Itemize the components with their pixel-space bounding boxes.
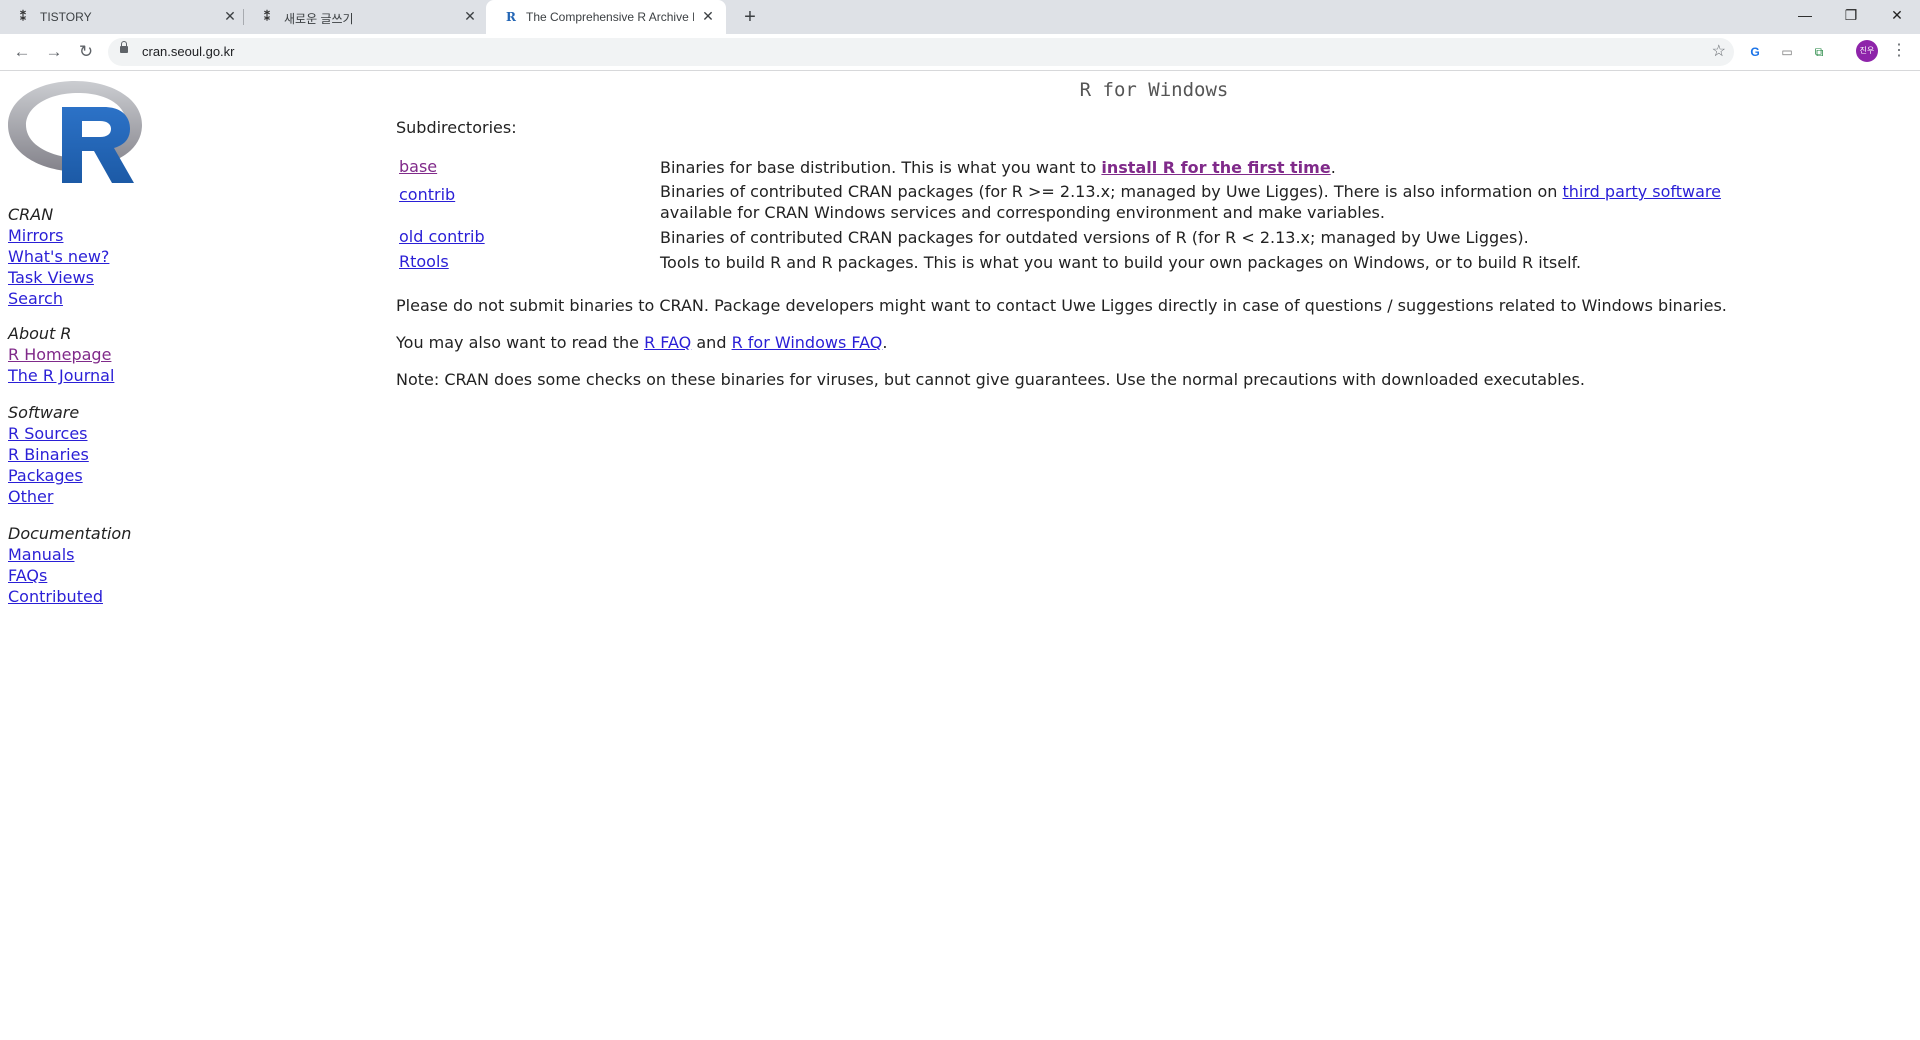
close-icon[interactable]: ✕: [700, 8, 716, 24]
close-icon[interactable]: ✕: [222, 8, 238, 24]
tab-tistory[interactable]: ⁑ TISTORY ✕: [0, 0, 244, 34]
sidebar-link-whats-new[interactable]: What's new?: [8, 246, 109, 267]
sidebar-heading: About R: [8, 324, 72, 343]
tistory-icon: ⁑: [264, 10, 270, 24]
sidebar-link-packages[interactable]: Packages: [8, 465, 89, 486]
sidebar-heading: Software: [8, 403, 80, 422]
page-body: CRAN Mirrors What's new? Task Views Sear…: [0, 71, 1920, 1040]
sidebar-link-search[interactable]: Search: [8, 288, 109, 309]
close-icon[interactable]: ✕: [462, 8, 478, 24]
faq-text: .: [882, 333, 888, 352]
sidebar-link-r-sources[interactable]: R Sources: [8, 423, 89, 444]
desc-text: Binaries for base distribution. This is …: [660, 158, 1102, 177]
sidebar-link-r-homepage[interactable]: R Homepage: [8, 344, 114, 365]
dir-link-old-contrib[interactable]: old contrib: [399, 227, 485, 246]
submission-note: Please do not submit binaries to CRAN. P…: [396, 296, 1727, 315]
dir-link-contrib[interactable]: contrib: [399, 185, 455, 204]
tab-new-post[interactable]: ⁑ 새로운 글쓰기 ✕: [244, 0, 486, 34]
tab-title: TISTORY: [40, 10, 92, 24]
dir-description: Tools to build R and R packages. This is…: [660, 253, 1582, 272]
sidebar-link-contributed[interactable]: Contributed: [8, 586, 131, 607]
dir-description: Binaries for base distribution. This is …: [660, 157, 1750, 178]
r-faq-link[interactable]: R FAQ: [644, 333, 691, 352]
minimize-button[interactable]: —: [1782, 0, 1828, 30]
third-party-software-link[interactable]: third party software: [1563, 182, 1721, 201]
faq-text: You may also want to read the: [396, 333, 645, 352]
address-bar[interactable]: cran.seoul.go.kr ☆: [108, 38, 1734, 66]
tab-title: The Comprehensive R Archive N: [526, 10, 694, 24]
sidebar-section-cran: CRAN Mirrors What's new? Task Views Sear…: [8, 204, 109, 309]
restore-button[interactable]: ❐: [1828, 0, 1874, 30]
new-tab-button[interactable]: +: [738, 5, 762, 29]
install-r-link[interactable]: install R for the first time: [1101, 158, 1330, 177]
sidebar-link-other[interactable]: Other: [8, 486, 89, 507]
sidebar-section-about: About R R Homepage The R Journal: [8, 323, 114, 386]
faq-note: You may also want to read the R FAQ and …: [396, 332, 1796, 353]
dir-link-base[interactable]: base: [399, 157, 437, 176]
reload-button[interactable]: ↻: [74, 40, 98, 64]
desc-text: .: [1330, 158, 1336, 177]
faq-text: and: [691, 333, 732, 352]
url-text: cran.seoul.go.kr: [142, 44, 235, 59]
sidebar-link-mirrors[interactable]: Mirrors: [8, 225, 109, 246]
sidebar-heading: CRAN: [8, 205, 54, 224]
menu-icon[interactable]: ⋮: [1890, 40, 1908, 62]
dir-description: Binaries of contributed CRAN packages fo…: [660, 228, 1529, 247]
tab-title: 새로운 글쓰기: [284, 12, 354, 26]
subdirectories-label: Subdirectories:: [396, 118, 517, 137]
lock-icon: [120, 41, 128, 53]
r-logo-icon: R: [506, 10, 516, 24]
tab-strip: ⁑ TISTORY ✕ ⁑ 새로운 글쓰기 ✕ R The Comprehens…: [0, 0, 1920, 34]
desc-text: available for CRAN Windows services and …: [660, 203, 1385, 222]
tistory-icon: ⁑: [20, 10, 26, 24]
sidebar-link-manuals[interactable]: Manuals: [8, 544, 131, 565]
sidebar-section-software: Software R Sources R Binaries Packages O…: [8, 402, 89, 507]
sidebar-heading: Documentation: [8, 524, 132, 543]
sidebar-link-r-journal[interactable]: The R Journal: [8, 365, 114, 386]
sidebar-link-faqs[interactable]: FAQs: [8, 565, 131, 586]
back-button[interactable]: ←: [10, 40, 34, 64]
dir-link-rtools[interactable]: Rtools: [399, 252, 449, 271]
sidebar-section-documentation: Documentation Manuals FAQs Contributed: [8, 523, 131, 607]
profile-avatar[interactable]: 진우: [1856, 40, 1878, 62]
virus-check-note: Note: CRAN does some checks on these bin…: [396, 370, 1585, 389]
bookmark-star-icon[interactable]: ☆: [1712, 42, 1726, 62]
r-windows-faq-link[interactable]: R for Windows FAQ: [732, 333, 883, 352]
puzzle-extension-icon[interactable]: ⧉: [1810, 43, 1828, 61]
sidebar-link-task-views[interactable]: Task Views: [8, 267, 109, 288]
r-logo: [8, 81, 142, 183]
forward-button[interactable]: →: [42, 40, 66, 64]
desc-text: Binaries of contributed CRAN packages (f…: [660, 182, 1563, 201]
browser-toolbar: ← → ↻ cran.seoul.go.kr ☆ G ▭ ⧉: [0, 34, 1920, 71]
dir-description: Binaries of contributed CRAN packages (f…: [660, 181, 1750, 223]
sidebar-link-r-binaries[interactable]: R Binaries: [8, 444, 89, 465]
tab-cran[interactable]: R The Comprehensive R Archive N ✕: [486, 0, 726, 34]
close-window-button[interactable]: ✕: [1874, 0, 1920, 30]
extension-icon[interactable]: ▭: [1778, 43, 1796, 61]
translate-extension-icon[interactable]: G: [1746, 43, 1764, 61]
page-title: R for Windows: [1079, 79, 1229, 101]
